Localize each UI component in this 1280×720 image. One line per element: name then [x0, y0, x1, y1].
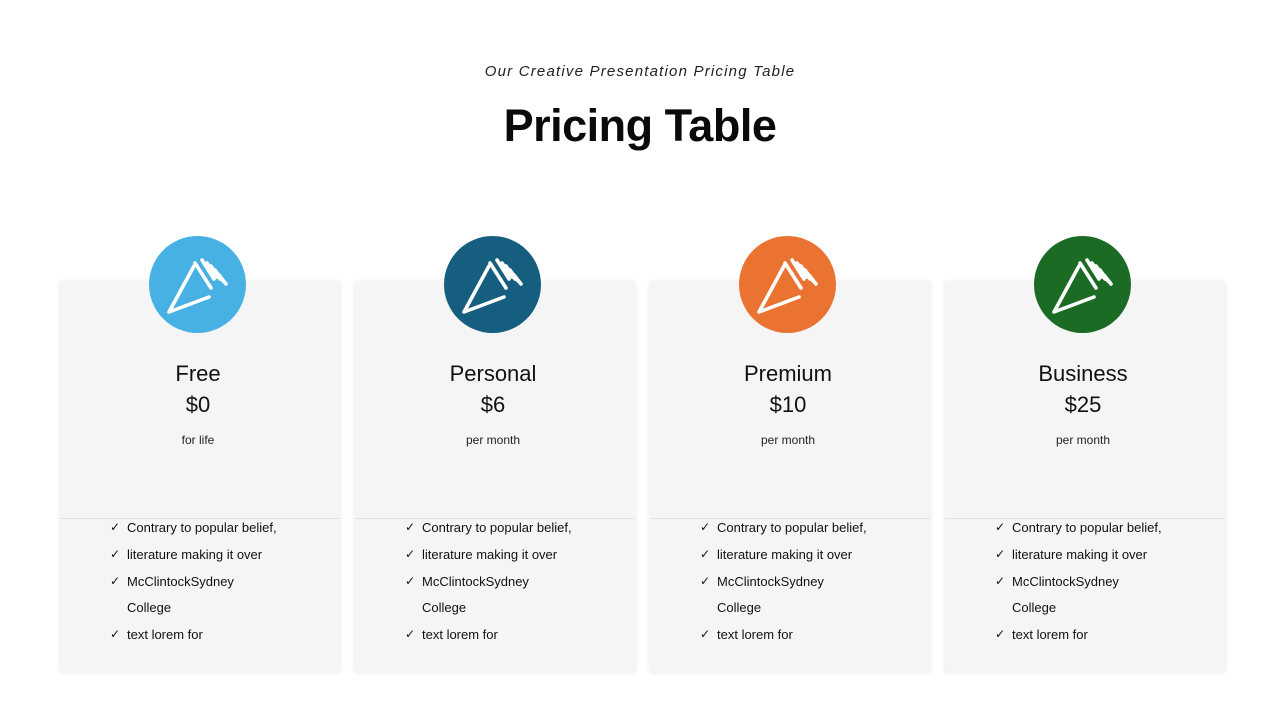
check-icon: ✓: [995, 573, 1006, 588]
feature-text: McClintockSydney: [127, 573, 234, 589]
plan-price: $6: [480, 392, 506, 417]
pricing-card-business[interactable]: Business $25 per month ✓ Contrary to popu…: [945, 236, 1225, 676]
check-icon: ✓: [700, 520, 711, 534]
feature-item: ✓ Contrary to popular belief,: [700, 515, 920, 542]
feature-text: text lorem for: [422, 627, 498, 643]
plan-name: Premium: [743, 361, 832, 386]
feature-text: text lorem for: [1012, 627, 1088, 643]
feature-text: text lorem for: [717, 627, 793, 643]
feature-item: ✓ Contrary to popular belief,: [110, 515, 330, 542]
feature-text: literature making it over: [1012, 546, 1148, 562]
plan-name: Personal: [449, 361, 537, 386]
pencil-icon: [1034, 236, 1131, 333]
feature-text: literature making it over: [127, 546, 263, 562]
check-icon: ✓: [110, 627, 121, 642]
feature-list: ✓ Contrary to popular belief, ✓ literature…: [405, 515, 625, 649]
feature-item: ✓ text lorem for: [110, 622, 330, 649]
feature-text: literature making it over: [422, 546, 558, 562]
check-icon: ✓: [405, 627, 416, 642]
pencil-icon: [739, 236, 836, 333]
pricing-card-premium[interactable]: Premium $10 per month ✓ Contrary to popul…: [650, 236, 930, 676]
feature-item: ✓ McClintockSydney: [405, 569, 625, 596]
feature-item: ✓ literature making it over: [995, 542, 1215, 569]
page-title: Pricing Table: [503, 100, 777, 151]
feature-item: ✓ text lorem for: [700, 622, 920, 649]
feature-text: College: [1012, 600, 1057, 616]
page-subtitle: Our Creative Presentation Pricing Table: [484, 63, 796, 80]
check-icon: ✓: [405, 520, 416, 534]
check-icon: ✓: [700, 546, 711, 561]
feature-item: ✓ text lorem for: [995, 622, 1215, 649]
feature-item-continued: College: [995, 595, 1215, 622]
feature-text: McClintockSydney: [1012, 573, 1119, 589]
feature-text: College: [422, 600, 467, 616]
feature-text: text lorem for: [127, 627, 203, 643]
feature-list: ✓ Contrary to popular belief, ✓ literature…: [995, 515, 1215, 649]
feature-item: ✓ McClintockSydney: [110, 569, 330, 596]
feature-text: McClintockSydney: [717, 573, 824, 589]
feature-text: College: [127, 600, 172, 616]
check-icon: ✓: [110, 573, 121, 588]
pencil-icon: [149, 236, 246, 333]
feature-list: ✓ Contrary to popular belief, ✓ literature…: [700, 515, 920, 649]
feature-text: Contrary to popular belief,: [422, 520, 572, 535]
feature-item-continued: College: [405, 595, 625, 622]
feature-item-continued: College: [110, 595, 330, 622]
pencil-icon: [444, 236, 541, 333]
feature-item: ✓ literature making it over: [700, 542, 920, 569]
check-icon: ✓: [995, 520, 1006, 534]
feature-item: ✓ text lorem for: [405, 622, 625, 649]
check-icon: ✓: [110, 546, 121, 561]
plan-period: per month: [465, 433, 521, 447]
pricing-card-personal[interactable]: Personal $6 per month ✓ Contrary to popul…: [355, 236, 635, 676]
pricing-cards: Free $0 for life ✓ Contrary to popular be…: [60, 236, 1225, 676]
check-icon: ✓: [700, 573, 711, 588]
feature-item-continued: College: [700, 595, 920, 622]
feature-text: Contrary to popular belief,: [717, 520, 867, 535]
feature-list: ✓ Contrary to popular belief, ✓ literature…: [110, 515, 330, 649]
check-icon: ✓: [405, 573, 416, 588]
check-icon: ✓: [110, 520, 121, 534]
plan-name: Free: [175, 361, 221, 386]
feature-item: ✓ McClintockSydney: [995, 569, 1215, 596]
check-icon: ✓: [700, 627, 711, 642]
plan-period: per month: [760, 433, 816, 447]
plan-price: $0: [185, 392, 211, 417]
feature-text: literature making it over: [717, 546, 853, 562]
check-icon: ✓: [995, 627, 1006, 642]
plan-price: $10: [769, 392, 807, 417]
check-icon: ✓: [995, 546, 1006, 561]
plan-period: per month: [1055, 433, 1111, 447]
pricing-card-free[interactable]: Free $0 for life ✓ Contrary to popular be…: [60, 236, 340, 676]
feature-text: Contrary to popular belief,: [127, 520, 277, 535]
feature-item: ✓ Contrary to popular belief,: [405, 515, 625, 542]
plan-period: for life: [181, 433, 215, 447]
feature-text: McClintockSydney: [422, 573, 529, 589]
feature-item: ✓ Contrary to popular belief,: [995, 515, 1215, 542]
feature-item: ✓ literature making it over: [405, 542, 625, 569]
feature-item: ✓ McClintockSydney: [700, 569, 920, 596]
feature-text: Contrary to popular belief,: [1012, 520, 1162, 535]
feature-item: ✓ literature making it over: [110, 542, 330, 569]
plan-price: $25: [1064, 392, 1102, 417]
plan-name: Business: [1038, 361, 1128, 386]
feature-text: College: [717, 600, 762, 616]
check-icon: ✓: [405, 546, 416, 561]
